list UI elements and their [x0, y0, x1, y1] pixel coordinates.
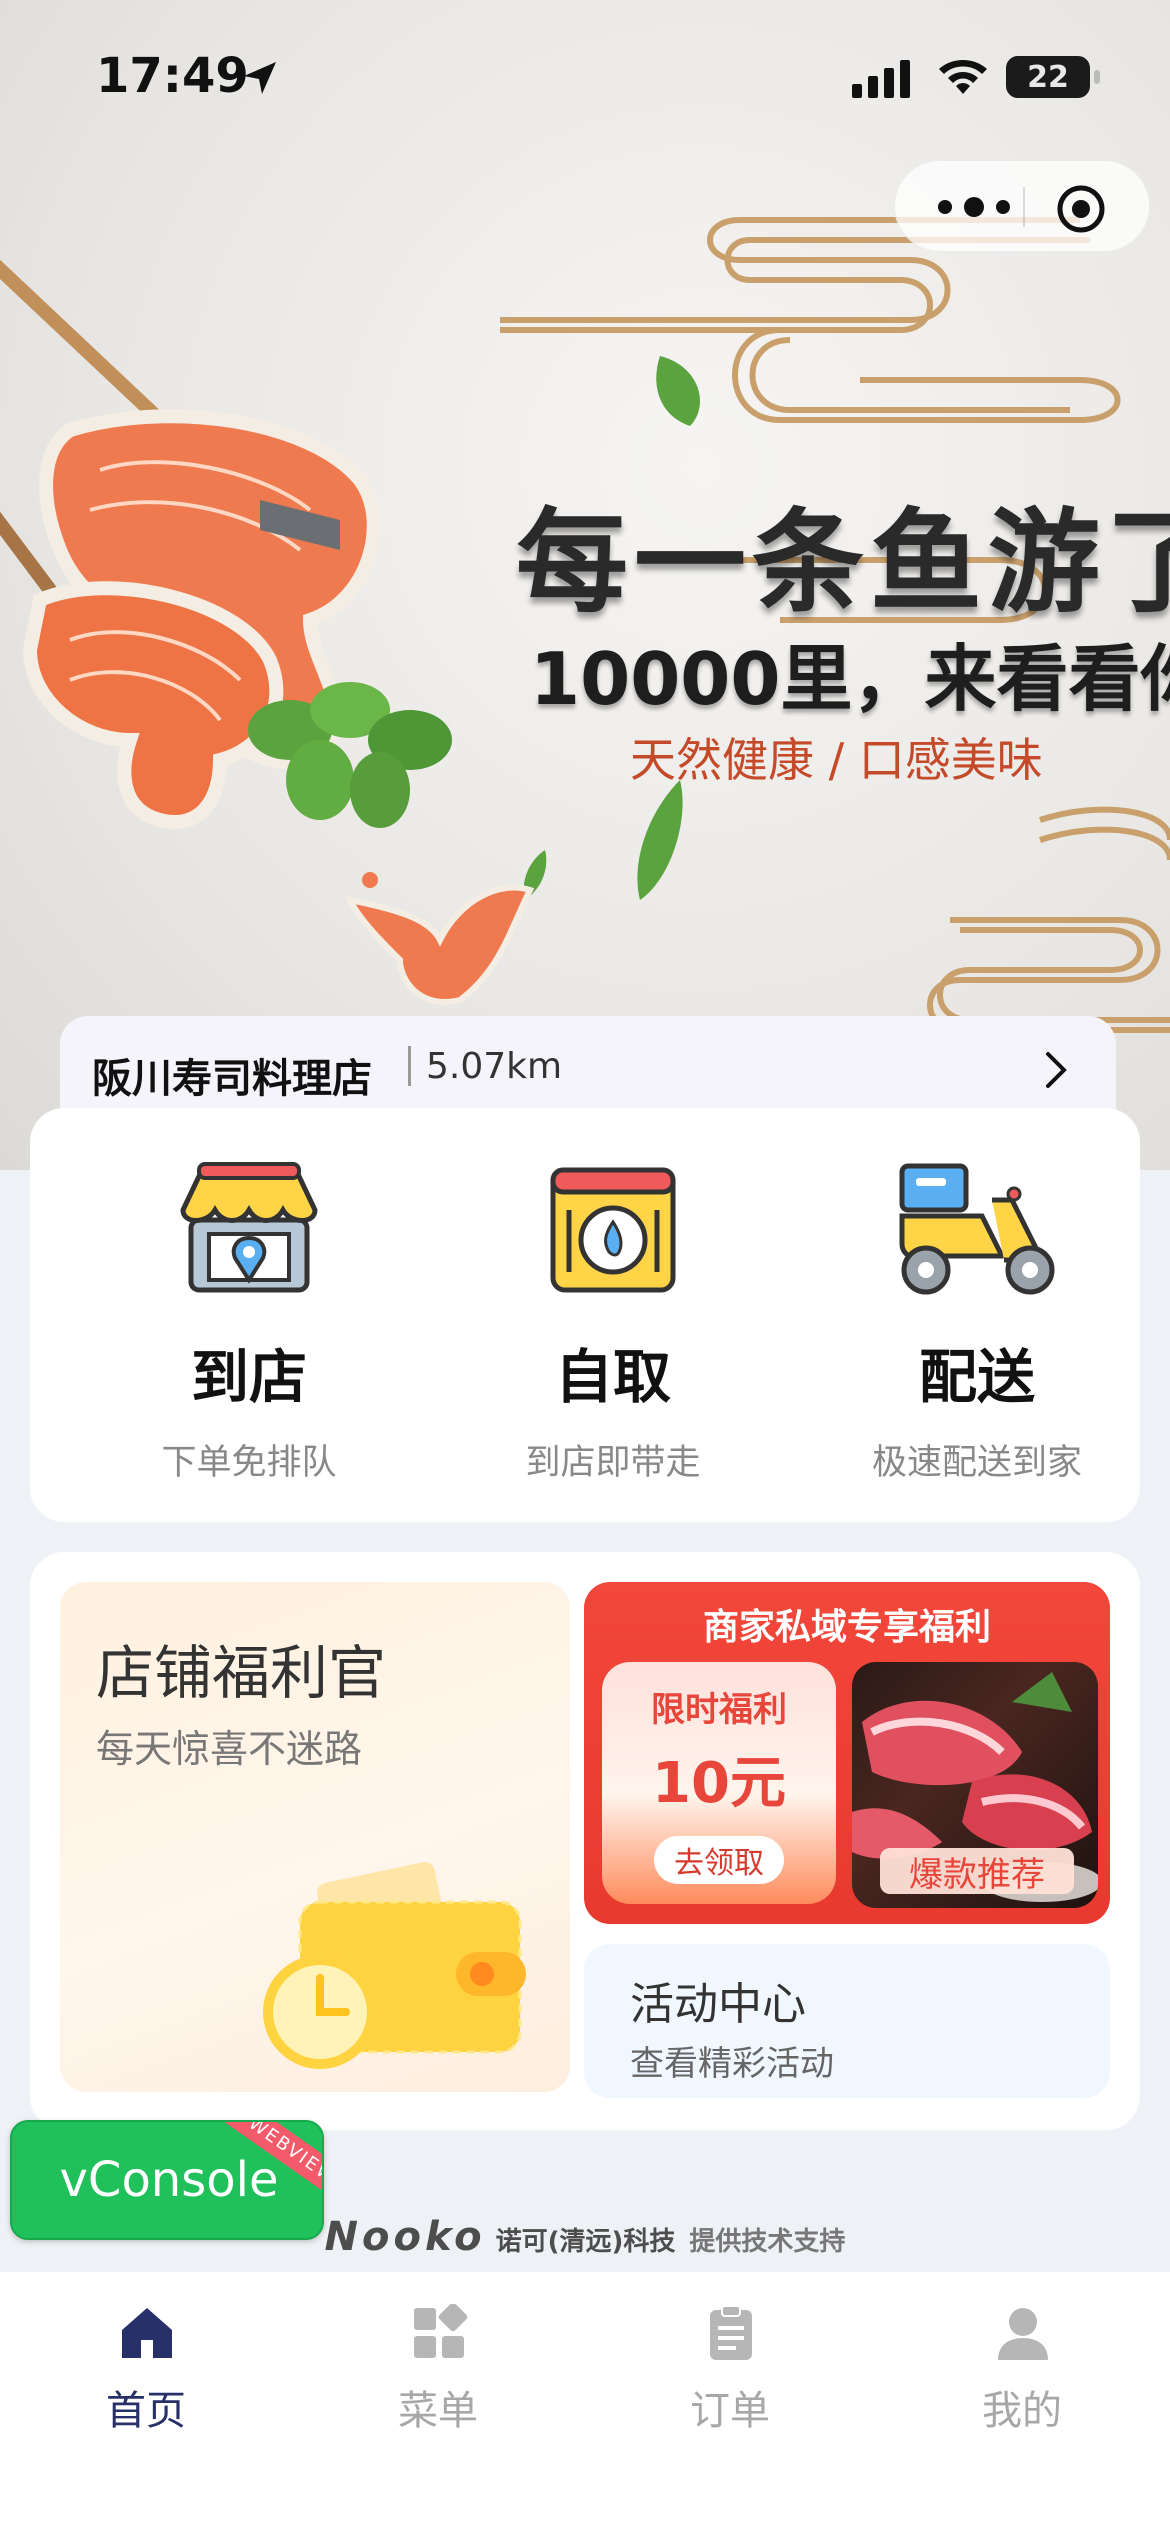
fish-tail-graphic	[344, 872, 535, 1005]
battery-indicator: 22	[1006, 56, 1090, 98]
support-text: 提供技术支持	[689, 2227, 846, 2257]
leaf-graphic	[637, 780, 683, 900]
tab-home[interactable]: 首页	[0, 2294, 292, 2434]
basil-leaves-graphic	[248, 682, 452, 828]
capsule-divider	[1023, 187, 1025, 227]
store-divider	[408, 1046, 411, 1086]
private-benefit-tile[interactable]: 商家私域专享福利 限时福利 10元 去领取 爆款推荐	[584, 1582, 1110, 1924]
service-delivery[interactable]: 配送 极速配送到家	[792, 1108, 1162, 1522]
promotions-card: 店铺福利官 每天惊喜不迷路 商家私域专享福利 限时福利 10元 去领取 爆款推荐…	[30, 1552, 1140, 2130]
tab-label: 我的	[982, 2388, 1062, 2434]
hero-headline-line1: 每一条鱼游了	[516, 498, 1170, 628]
tab-label: 首页	[106, 2388, 186, 2434]
leaf-graphic	[656, 356, 700, 426]
wallet-clock-icon	[263, 1862, 526, 2069]
menu-grid-icon	[414, 2304, 468, 2358]
vconsole-label: vConsole	[59, 2152, 279, 2208]
status-time: 17:49	[96, 48, 249, 104]
service-options-card: 到店 下单免排队 自取 到店即带走 配送 极速配送到家	[30, 1108, 1140, 1522]
claim-coupon-button[interactable]: 去领取	[654, 1836, 784, 1884]
tab-orders[interactable]: 订单	[584, 2294, 876, 2434]
home-icon	[122, 2308, 172, 2358]
service-subtitle: 极速配送到家	[871, 1443, 1082, 1483]
activity-title: 活动中心	[630, 1979, 806, 2030]
battery-level: 22	[1027, 59, 1069, 95]
order-clipboard-icon	[710, 2305, 752, 2360]
scooter-icon	[899, 1163, 1055, 1295]
bottom-tab-bar: 首页 菜单 订单 我的	[0, 2272, 1170, 2532]
coupon-card[interactable]: 限时福利 10元 去领取	[602, 1662, 836, 1904]
location-arrow-icon	[244, 62, 276, 94]
battery-cap	[1094, 70, 1100, 84]
more-dots-icon[interactable]	[929, 189, 1019, 225]
hero-tagline: 天然健康 / 口感美味	[630, 733, 1043, 787]
close-miniprogram-icon[interactable]	[1055, 183, 1107, 235]
support-brand: Nooko	[324, 2214, 486, 2260]
welfare-title: 店铺福利官	[96, 1639, 387, 1707]
wifi-icon	[939, 60, 987, 94]
hot-pick-label: 爆款推荐	[880, 1848, 1074, 1895]
welfare-subtitle: 每天惊喜不迷路	[96, 1727, 363, 1771]
store-icon	[180, 1162, 318, 1293]
service-subtitle: 下单免排队	[161, 1443, 337, 1483]
store-name: 阪川寿司料理店	[92, 1056, 372, 1102]
tab-label: 菜单	[398, 2388, 478, 2434]
support-company: 诺可(清远)科技	[495, 2227, 676, 2257]
cellular-signal-icon	[852, 60, 910, 98]
miniprogram-capsule	[894, 160, 1150, 252]
service-title: 配送	[918, 1343, 1035, 1411]
service-title: 到店	[190, 1343, 307, 1411]
tab-label: 订单	[690, 2388, 770, 2434]
takeaway-icon	[550, 1167, 676, 1293]
tab-profile[interactable]: 我的	[876, 2294, 1168, 2434]
coupon-title: 限时福利	[651, 1690, 787, 1730]
tab-menu[interactable]: 菜单	[292, 2294, 584, 2434]
profile-icon	[998, 2308, 1048, 2360]
status-bar: 17:49 22	[0, 0, 1170, 150]
store-distance: 5.07km	[426, 1046, 563, 1087]
activity-subtitle: 查看精彩活动	[630, 2044, 834, 2084]
service-title: 自取	[554, 1343, 671, 1411]
hero-headline-line2: 10000里，来看看你	[530, 637, 1170, 721]
service-subtitle: 到店即带走	[525, 1443, 701, 1483]
coupon-value: 10元	[652, 1751, 786, 1816]
service-pickup[interactable]: 自取 到店即带走	[428, 1108, 798, 1522]
hot-dish-photo[interactable]: 爆款推荐	[852, 1662, 1098, 1908]
vconsole-button[interactable]: WEBVIEW vConsole	[10, 2120, 324, 2240]
activity-center-tile[interactable]: 活动中心 查看精彩活动	[584, 1944, 1110, 2098]
service-dine-in[interactable]: 到店 下单免排队	[64, 1108, 434, 1522]
store-welfare-tile[interactable]: 店铺福利官 每天惊喜不迷路	[60, 1582, 570, 2092]
private-benefit-title: 商家私域专享福利	[702, 1607, 991, 1648]
chevron-right-icon	[1046, 1052, 1067, 1088]
